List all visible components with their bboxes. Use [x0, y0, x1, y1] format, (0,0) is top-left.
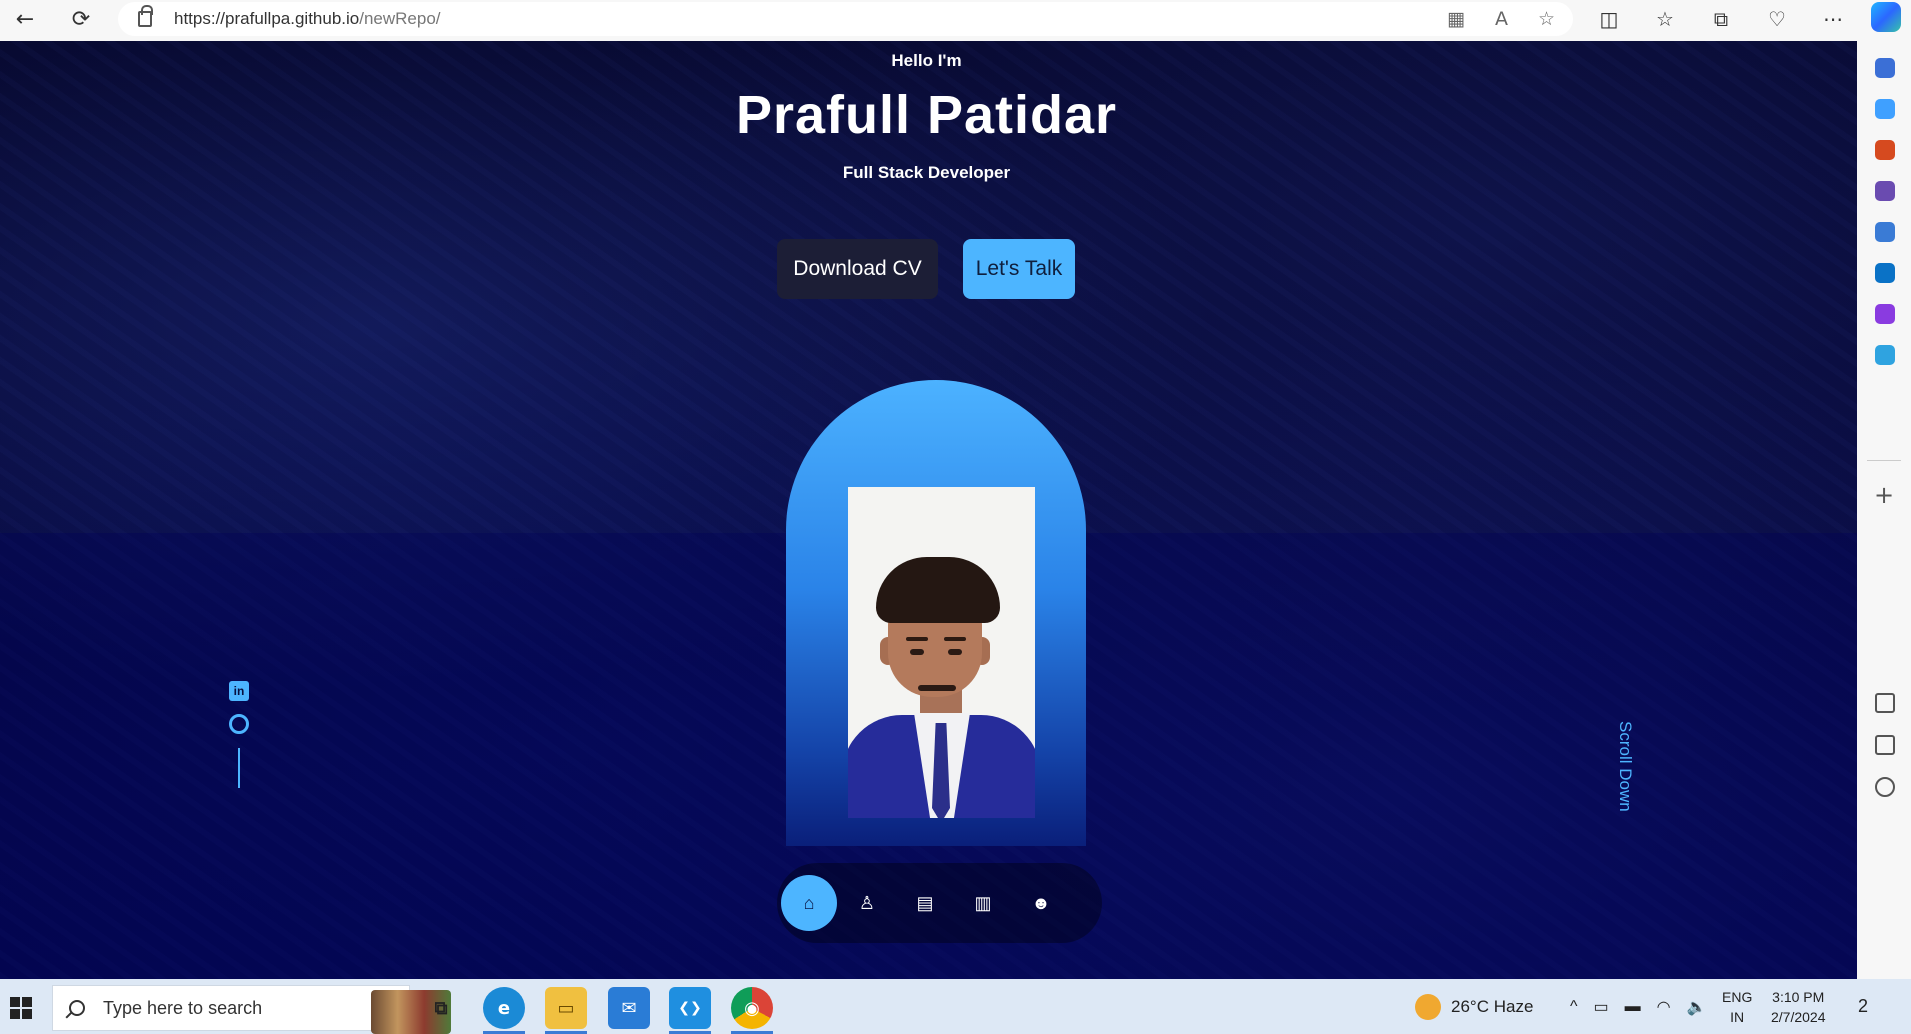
github-icon[interactable]: [229, 714, 249, 734]
games-icon[interactable]: [1875, 181, 1895, 201]
volume-icon[interactable]: 🔈: [1687, 997, 1707, 1017]
bottom-nav: ⌂ ♙ ▤ ▥ ☻: [777, 863, 1102, 943]
reload-icon[interactable]: ⟳: [66, 4, 96, 34]
search-sidebar-icon[interactable]: [1875, 58, 1895, 78]
file-explorer-icon[interactable]: ▭: [545, 987, 587, 1029]
settings-gear-icon[interactable]: [1875, 777, 1895, 797]
photo-eye-right: [948, 649, 962, 655]
search-icon: [69, 1000, 85, 1016]
windows-start-icon[interactable]: [10, 997, 32, 1019]
app-available-icon[interactable]: ▦: [1447, 8, 1465, 30]
edge-icon[interactable]: e: [483, 987, 525, 1029]
wifi-icon[interactable]: ◠: [1657, 997, 1671, 1017]
browser-toolbar: ← ⟳ https://prafullpa.github.io/newRepo/…: [0, 0, 1911, 41]
browser-actions: ◫ ☆ ⧉ ♡ ⋯: [1594, 4, 1848, 34]
haze-weather-icon: [1415, 993, 1441, 1020]
copilot-icon[interactable]: [1871, 2, 1901, 32]
url-path: /newRepo/: [359, 9, 441, 28]
greeting-text: Hello I'm: [891, 51, 962, 70]
nav-contact-icon[interactable]: ☻: [1013, 875, 1069, 931]
hide-sidebar-icon[interactable]: [1875, 693, 1895, 713]
scroll-down-link[interactable]: Scroll Down: [1615, 721, 1635, 812]
designer-icon[interactable]: [1875, 304, 1895, 324]
meet-now-icon[interactable]: ▭: [1594, 997, 1609, 1017]
linkedin-icon[interactable]: in: [229, 681, 249, 701]
page-title: Prafull Patidar: [735, 85, 1118, 145]
region-code: IN: [1730, 1008, 1745, 1025]
portfolio-page: Hello I'm Prafull Patidar Full Stack Dev…: [0, 41, 1857, 979]
photo-brow-left: [906, 637, 928, 641]
back-arrow-icon[interactable]: ←: [10, 4, 40, 34]
address-bar-icons: ▦ A ☆: [1447, 8, 1555, 30]
social-divider-line: [238, 748, 240, 788]
vscode-icon[interactable]: ❮❯: [669, 987, 711, 1029]
profile-photo: [848, 487, 1035, 818]
taskbar-search-input[interactable]: Type here to search: [52, 985, 451, 1034]
photo-mustache: [918, 685, 956, 691]
language-code: ENG: [1722, 988, 1753, 1005]
windows-taskbar: Type here to search ⧉ e ▭ ✉ ❮❯ ◉ 26°C Ha…: [0, 979, 1911, 1034]
battery-icon[interactable]: ▬: [1625, 998, 1641, 1016]
read-aloud-icon[interactable]: A: [1495, 8, 1508, 30]
photo-eye-left: [910, 649, 924, 655]
lets-talk-button[interactable]: Let's Talk: [963, 239, 1075, 299]
send-icon[interactable]: [1875, 345, 1895, 365]
notifications-icon[interactable]: 2: [1858, 979, 1868, 1034]
tools-briefcase-icon[interactable]: [1875, 140, 1895, 160]
task-view-icon[interactable]: ⧉: [420, 987, 462, 1029]
photo-hair: [876, 557, 1000, 623]
add-sidebar-app-icon[interactable]: +: [1874, 481, 1894, 509]
mail-icon[interactable]: ✉: [608, 987, 650, 1029]
nav-portfolio-icon[interactable]: ▥: [955, 875, 1011, 931]
address-bar[interactable]: https://prafullpa.github.io/newRepo/ ▦ A…: [118, 2, 1573, 36]
weather-text: 26°C Haze: [1451, 996, 1534, 1016]
search-placeholder: Type here to search: [103, 997, 263, 1018]
clock[interactable]: 3:10 PM 2/7/2024: [1771, 979, 1826, 1034]
collections-icon[interactable]: ⧉: [1706, 4, 1736, 34]
clock-time: 3:10 PM: [1772, 988, 1825, 1005]
outlook-icon[interactable]: [1875, 263, 1895, 283]
browser-essentials-icon[interactable]: ♡: [1762, 4, 1792, 34]
nav-home-icon[interactable]: ⌂: [781, 875, 837, 931]
more-menu-icon[interactable]: ⋯: [1818, 4, 1848, 34]
lock-icon[interactable]: [138, 5, 153, 27]
weather-widget[interactable]: 26°C Haze: [1415, 979, 1533, 1034]
clock-date: 2/7/2024: [1771, 1008, 1826, 1025]
system-tray: ^ ▭ ▬ ◠ 🔈: [1570, 979, 1707, 1034]
role-subtitle: Full Stack Developer: [842, 163, 1011, 182]
nav-experience-icon[interactable]: ▤: [897, 875, 953, 931]
microsoft365-icon[interactable]: [1875, 222, 1895, 242]
favorites-icon[interactable]: ☆: [1650, 4, 1680, 34]
sidebar-divider: [1867, 460, 1901, 461]
url-host: https://prafullpa.github.io: [174, 9, 360, 28]
profile-arch: [786, 380, 1086, 846]
photo-brow-right: [944, 637, 966, 641]
chrome-icon[interactable]: ◉: [731, 987, 773, 1029]
show-hidden-icons-chevron-icon[interactable]: ^: [1570, 998, 1578, 1016]
nav-about-icon[interactable]: ♙: [839, 875, 895, 931]
edge-sidebar: +: [1857, 41, 1911, 979]
favorite-star-icon[interactable]: ☆: [1538, 8, 1555, 30]
notification-count: 2: [1858, 996, 1869, 1016]
url-text[interactable]: https://prafullpa.github.io/newRepo/: [174, 9, 441, 29]
language-indicator[interactable]: ENG IN: [1722, 979, 1752, 1034]
split-screen-icon[interactable]: ◫: [1594, 4, 1624, 34]
external-link-icon[interactable]: [1875, 735, 1895, 755]
shopping-tag-icon[interactable]: [1875, 99, 1895, 119]
download-cv-button[interactable]: Download CV: [777, 239, 938, 299]
